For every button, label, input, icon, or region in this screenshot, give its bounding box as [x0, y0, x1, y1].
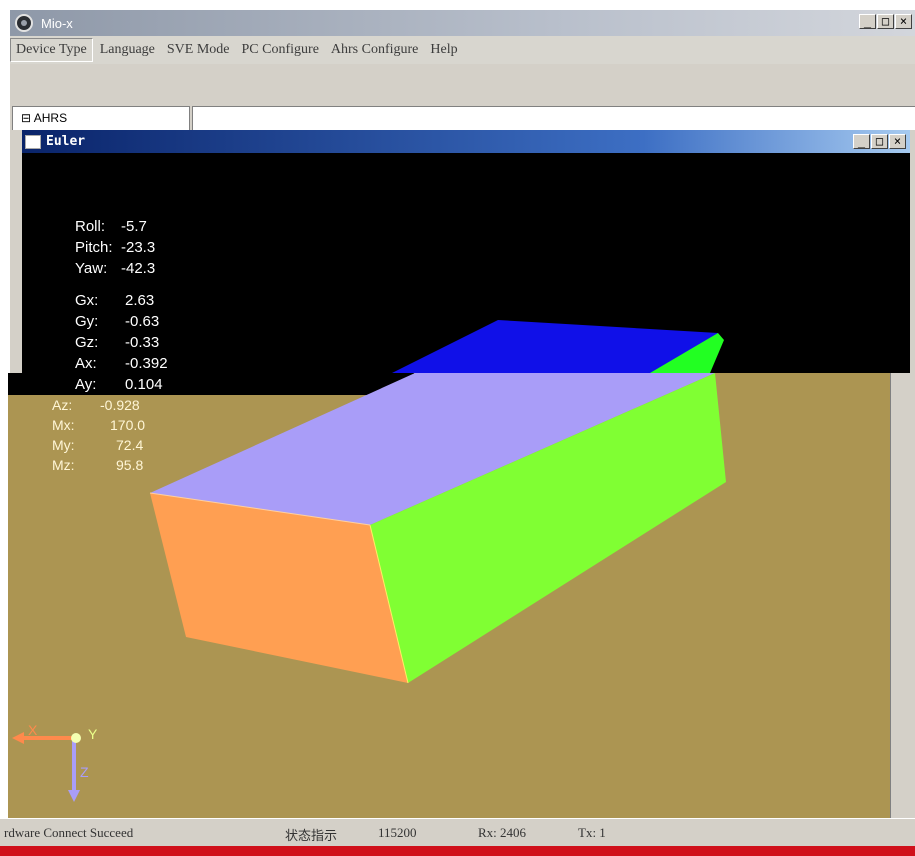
tree-panel: ⊟ AHRS: [12, 106, 190, 130]
tree-item-ahrs[interactable]: ⊟ AHRS: [13, 107, 189, 125]
content-panel: [192, 106, 915, 130]
axis-z-label: Z: [80, 764, 89, 780]
my-row: My: 72.4: [52, 435, 145, 455]
euler-window-controls: _ □ ×: [852, 134, 906, 149]
window-title: Mio-x: [41, 15, 73, 31]
sensor-readout-upper: Gx: 2.63 Gy: -0.63 Gz: -0.33 Ax: -0.392 Ay: 0…: [75, 290, 168, 395]
menu-help[interactable]: Help: [425, 39, 462, 61]
mx-value: 170.0: [110, 417, 146, 433]
euler-minimize-button[interactable]: _: [853, 134, 870, 149]
status-baud-rate: 115200: [378, 825, 417, 840]
roll-row: Roll: -5.7: [75, 216, 155, 237]
yaw-label: Yaw:: [75, 260, 108, 277]
menu-language[interactable]: Language: [95, 39, 160, 61]
menu-sve-mode[interactable]: SVE Mode: [162, 39, 235, 61]
ax-value: -0.392: [125, 355, 168, 372]
close-button[interactable]: ×: [895, 14, 912, 29]
sensor-readout-lower: Az: -0.928 Mx: 170.0 My: 72.4 Mz: 95.8: [52, 395, 145, 475]
my-label: My:: [52, 437, 75, 453]
app-icon: [15, 14, 33, 32]
gz-row: Gz: -0.33: [75, 332, 168, 353]
mx-label: Mx:: [52, 417, 75, 433]
az-label: Az:: [52, 397, 73, 413]
pitch-row: Pitch: -23.3: [75, 237, 155, 258]
ay-value: 0.104: [125, 376, 163, 393]
mz-label: Mz:: [52, 457, 75, 473]
maximize-button[interactable]: □: [877, 14, 894, 29]
euler-title-bar: Euler _ □ ×: [22, 130, 910, 153]
mx-row: Mx: 170.0: [52, 415, 145, 435]
status-connection: rdware Connect Succeed: [4, 825, 134, 840]
yaw-value: -42.3: [121, 260, 156, 277]
gz-value: -0.33: [125, 334, 160, 351]
menu-device-type[interactable]: Device Type: [10, 38, 93, 62]
ay-row: Ay: 0.104: [75, 374, 168, 395]
ax-row: Ax: -0.392: [75, 353, 168, 374]
pitch-value: -23.3: [121, 239, 156, 256]
my-value: 72.4: [116, 437, 144, 453]
document-icon: [25, 134, 41, 149]
euler-close-button[interactable]: ×: [889, 134, 906, 149]
roll-label: Roll:: [75, 218, 106, 235]
gx-value: 2.63: [125, 292, 155, 309]
pitch-label: Pitch:: [75, 239, 113, 256]
axis-x-label: X: [28, 722, 38, 738]
gx-row: Gx: 2.63: [75, 290, 168, 311]
az-value: -0.928: [100, 397, 140, 413]
status-rx-count: Rx: 2406: [478, 825, 527, 840]
minimize-button[interactable]: _: [859, 14, 876, 29]
status-bar: rdware Connect Succeed 状态指示 115200 Rx: 2…: [0, 818, 915, 846]
gz-label: Gz:: [75, 334, 99, 351]
window-controls: _ □ ×: [858, 14, 912, 29]
mz-value: 95.8: [116, 457, 144, 473]
gy-row: Gy: -0.63: [75, 311, 168, 332]
status-tx-count: Tx: 1: [578, 825, 606, 840]
gx-label: Gx:: [75, 292, 99, 309]
gy-label: Gy:: [75, 313, 99, 330]
viewport-artifact-strip: [8, 373, 414, 395]
ax-label: Ax:: [75, 355, 97, 372]
status-indicator: 状态指示: [285, 828, 338, 843]
menu-ahrs-configure[interactable]: Ahrs Configure: [326, 39, 424, 61]
euler-maximize-button[interactable]: □: [871, 134, 888, 149]
yaw-row: Yaw: -42.3: [75, 258, 155, 279]
axis-y-label: Y: [88, 726, 98, 742]
ay-label: Ay:: [75, 376, 97, 393]
az-row: Az: -0.928: [52, 395, 145, 415]
main-title-bar: Mio-x _ □ ×: [10, 10, 915, 36]
roll-value: -5.7: [121, 218, 147, 235]
window-right-edge: [890, 373, 915, 818]
taskbar-strip: [0, 846, 915, 856]
mz-row: Mz: 95.8: [52, 455, 145, 475]
menu-bar: Device Type Language SVE Mode PC Configu…: [10, 36, 915, 64]
gy-value: -0.63: [125, 313, 160, 330]
euler-readout: Roll: -5.7 Pitch: -23.3 Yaw: -42.3: [75, 216, 155, 279]
menu-pc-configure[interactable]: PC Configure: [237, 39, 324, 61]
euler-window-title: Euler: [46, 134, 86, 149]
